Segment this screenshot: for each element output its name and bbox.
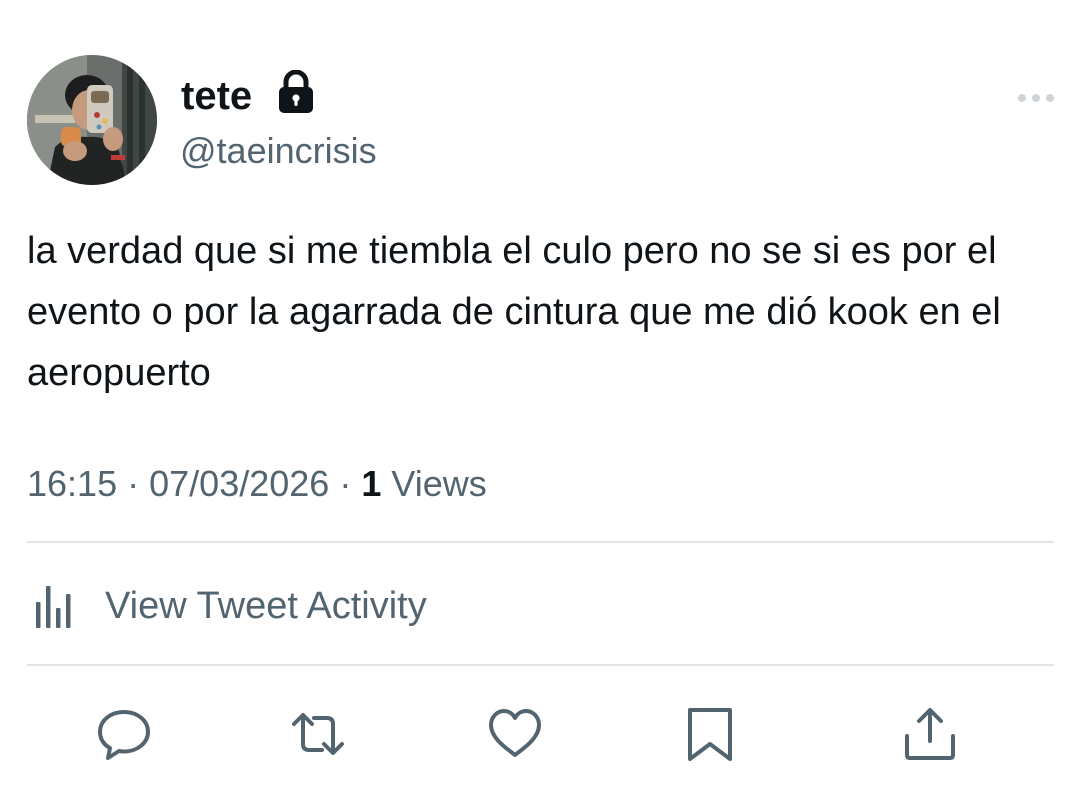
share-button[interactable] [902,706,958,762]
view-tweet-activity-label: View Tweet Activity [105,585,427,627]
lock-icon [276,69,316,114]
bookmark-icon [688,708,732,761]
divider [27,541,1054,543]
share-upload-icon [905,708,955,760]
retweet-button[interactable] [290,706,346,762]
views-label: Views [391,463,487,504]
tweet-meta: 16:15 · 07/03/2026 · 1 Views [27,460,487,508]
tweet-time[interactable]: 16:15 [27,463,117,504]
meta-separator: · [127,463,140,504]
view-tweet-activity-button[interactable]: View Tweet Activity [27,580,427,632]
like-button[interactable] [487,706,543,762]
bar-chart-icon [36,586,71,628]
user-handle[interactable]: @taeincrisis [180,129,377,173]
bookmark-button[interactable] [682,706,738,762]
divider [27,664,1054,666]
tweet-date[interactable]: 07/03/2026 [149,463,329,504]
reply-button[interactable] [96,706,152,762]
heart-icon [489,709,541,757]
views-count: 1 [361,463,382,504]
speech-bubble-icon [98,710,150,760]
display-name[interactable]: tete [181,72,252,120]
more-options-icon[interactable] [1014,88,1058,108]
profile-photo [27,55,157,185]
retweet-arrows-icon [292,713,344,755]
tweet-text: la verdad que si me tiembla el culo pero… [27,230,1001,394]
meta-separator: · [339,463,352,504]
avatar[interactable] [27,55,157,185]
